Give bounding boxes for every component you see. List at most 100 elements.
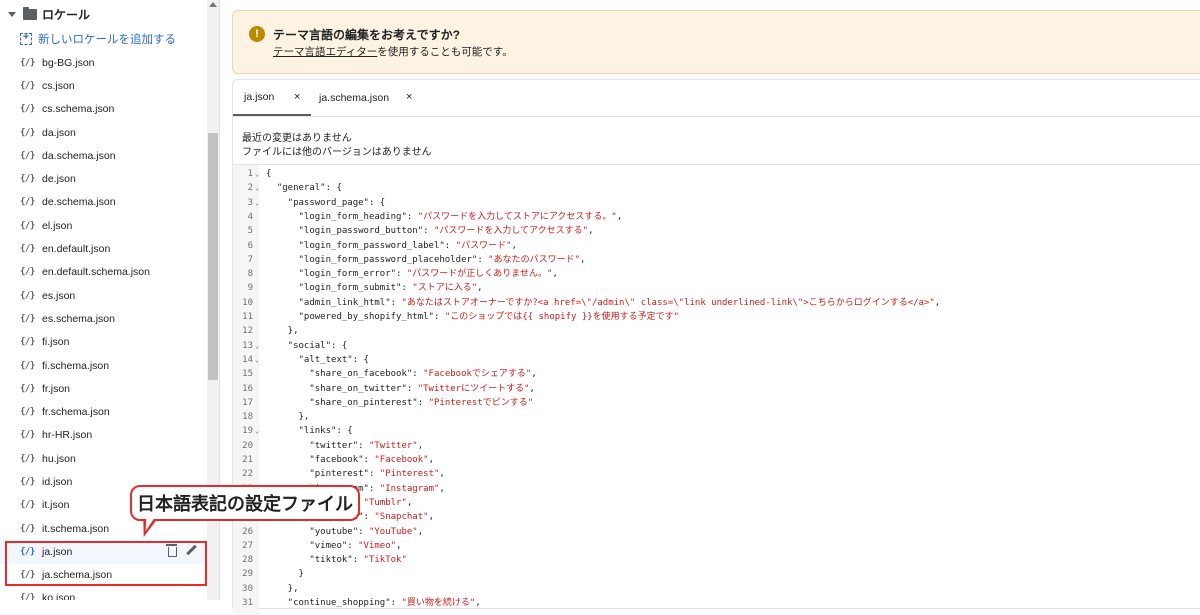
json-key: "pinterest":	[266, 469, 380, 480]
code-line: 5 "login_password_button": "パスワードを入力してアク…	[233, 224, 1200, 238]
file-item[interactable]: {/} en.default.json	[0, 237, 207, 260]
code-editor-panel: ja.json × ja.schema.json × 最近の変更はありません フ…	[232, 79, 1200, 615]
code-text: {	[266, 169, 272, 179]
line-number: 20	[242, 440, 253, 451]
pencil-icon[interactable]	[185, 544, 197, 556]
json-string-value: "Vimeo"	[358, 540, 397, 551]
file-item[interactable]: {/} fi.json	[0, 331, 207, 354]
json-string-value: "Twitter"	[368, 440, 418, 451]
json-punct: ,	[439, 483, 445, 494]
json-key: "share_on_pinterest":	[266, 397, 429, 408]
close-icon[interactable]: ×	[406, 91, 412, 103]
code-line: 21 "facebook": "Facebook",	[233, 453, 1200, 467]
file-name: de.json	[42, 173, 76, 186]
fold-chevron-icon[interactable]: ⌄	[255, 339, 259, 353]
file-item[interactable]: {/} fr.schema.json	[0, 400, 207, 423]
json-string-value: "Instagram"	[379, 483, 440, 494]
json-punct: ,	[417, 440, 424, 451]
file-name: ja.json	[42, 545, 73, 558]
file-item[interactable]: {/} es.json	[0, 284, 207, 307]
fold-chevron-icon[interactable]: ⌄	[255, 353, 259, 367]
code-text: "tiktok": "TikTok"	[266, 553, 407, 567]
code-line: 27 "vimeo": "Vimeo",	[233, 539, 1200, 553]
file-item[interactable]: {/} es.schema.json	[0, 307, 207, 330]
json-string-value: "パスワードを入力してストアにアクセスする。"	[417, 211, 617, 222]
add-locale-link[interactable]: 新しいロケールを追加する	[20, 31, 176, 47]
file-item[interactable]: {/} fr.json	[0, 377, 207, 400]
file-name: it.schema.json	[42, 522, 110, 535]
json-file-icon: {/}	[20, 313, 35, 324]
code-text: "login_form_password_label": "パスワード",	[266, 239, 517, 253]
json-punct: ,	[428, 455, 434, 465]
file-item[interactable]: {/} de.schema.json	[0, 191, 207, 214]
json-file-icon: {/}	[20, 244, 35, 255]
code-line: 12 },	[233, 324, 1200, 338]
line-number: 22	[242, 469, 253, 480]
file-item[interactable]: {/} hu.json	[0, 447, 207, 470]
line-number: 31	[242, 598, 253, 608]
json-punct: ,	[531, 369, 537, 380]
file-item[interactable]: {/} cs.json	[0, 74, 207, 97]
json-file-icon: {/}	[20, 383, 35, 394]
trash-icon[interactable]	[166, 544, 177, 558]
json-punct: ,	[406, 497, 413, 508]
line-number: 14	[242, 354, 253, 365]
folder-locales[interactable]: ロケール	[8, 6, 90, 22]
file-item[interactable]: {/} de.json	[0, 167, 207, 190]
code-text: "twitter": "Twitter",	[266, 439, 423, 453]
json-file-icon: {/}	[20, 523, 35, 534]
json-punct: ,	[511, 240, 517, 251]
json-string-value: "TikTok"	[363, 555, 407, 566]
file-item[interactable]: {/} da.json	[0, 121, 207, 144]
tab-ja-schema-json[interactable]: ja.schema.json	[319, 80, 419, 116]
fold-chevron-icon[interactable]: ⌄	[255, 424, 259, 438]
file-item[interactable]: {/} cs.schema.json	[0, 98, 207, 121]
json-string-value: "Twitterにツイートする"	[417, 383, 530, 394]
close-icon[interactable]: ×	[294, 91, 300, 103]
file-name: it.json	[42, 499, 70, 512]
code-text: "powered_by_shopify_html": "このショップでは{{ s…	[266, 310, 680, 324]
json-file-icon: {/}	[20, 360, 35, 371]
json-punct: ,	[588, 226, 594, 237]
file-item[interactable]: {/} el.json	[0, 214, 207, 237]
code-text: "general": {	[266, 183, 342, 194]
file-item[interactable]: {/} bg-BG.json	[0, 51, 207, 74]
code-text: "login_form_submit": "ストアに入る",	[266, 281, 483, 295]
file-item[interactable]: {/} ko.json	[0, 587, 207, 600]
json-key: "login_form_heading":	[266, 211, 418, 222]
add-file-icon	[20, 31, 32, 45]
code-line: 23 "instagram": "Instagram",	[233, 482, 1200, 496]
json-punct: ,	[934, 297, 941, 308]
code-line: 10 "admin_link_html": "あなたはストアオーナーですか?<a…	[233, 296, 1200, 310]
json-file-icon: {/}	[20, 593, 35, 600]
json-file-icon: {/}	[20, 546, 35, 557]
fold-chevron-icon[interactable]: ⌄	[255, 196, 259, 210]
scrollbar-thumb[interactable]	[208, 133, 218, 380]
line-number: 17	[242, 397, 253, 408]
fold-chevron-icon[interactable]: ⌄	[255, 167, 259, 181]
code-line: 20 "twitter": "Twitter",	[233, 439, 1200, 453]
theme-language-editor-link[interactable]: テーマ言語エディター	[273, 46, 377, 58]
file-item[interactable]: {/} fi.schema.json	[0, 354, 207, 377]
code-line: 9 "login_form_submit": "ストアに入る",	[233, 281, 1200, 295]
file-item[interactable]: {/} da.schema.json	[0, 144, 207, 167]
file-item[interactable]: {/} ja.schema.json	[0, 564, 207, 587]
scroll-up-icon[interactable]	[209, 2, 217, 7]
caret-down-icon	[8, 11, 16, 17]
file-item[interactable]: {/} hr-HR.json	[0, 424, 207, 447]
code-text: }	[266, 569, 304, 580]
json-string-value: "あなたはストアオーナーですか?<a href=\"/admin\" class…	[401, 297, 935, 308]
fold-chevron-icon[interactable]: ⌄	[255, 181, 259, 195]
line-number: 15	[242, 369, 253, 380]
file-name: hu.json	[42, 452, 76, 465]
file-item[interactable]: {/} ja.json	[0, 540, 207, 564]
code-line: 22 "pinterest": "Pinterest",	[233, 467, 1200, 481]
json-file-icon: {/}	[20, 337, 35, 348]
warning-icon: !	[249, 26, 265, 42]
file-actions	[166, 544, 197, 558]
code-text: "login_form_heading": "パスワードを入力してストアにアクセ…	[266, 210, 623, 224]
file-item[interactable]: {/} en.default.schema.json	[0, 261, 207, 284]
json-key: "powered_by_shopify_html":	[266, 312, 445, 322]
code-line: 2 ⌄ "general": {	[233, 181, 1200, 195]
code-area[interactable]: 1 ⌄{2 ⌄ "general": {3 ⌄ "password_page": {4…	[233, 164, 1200, 615]
